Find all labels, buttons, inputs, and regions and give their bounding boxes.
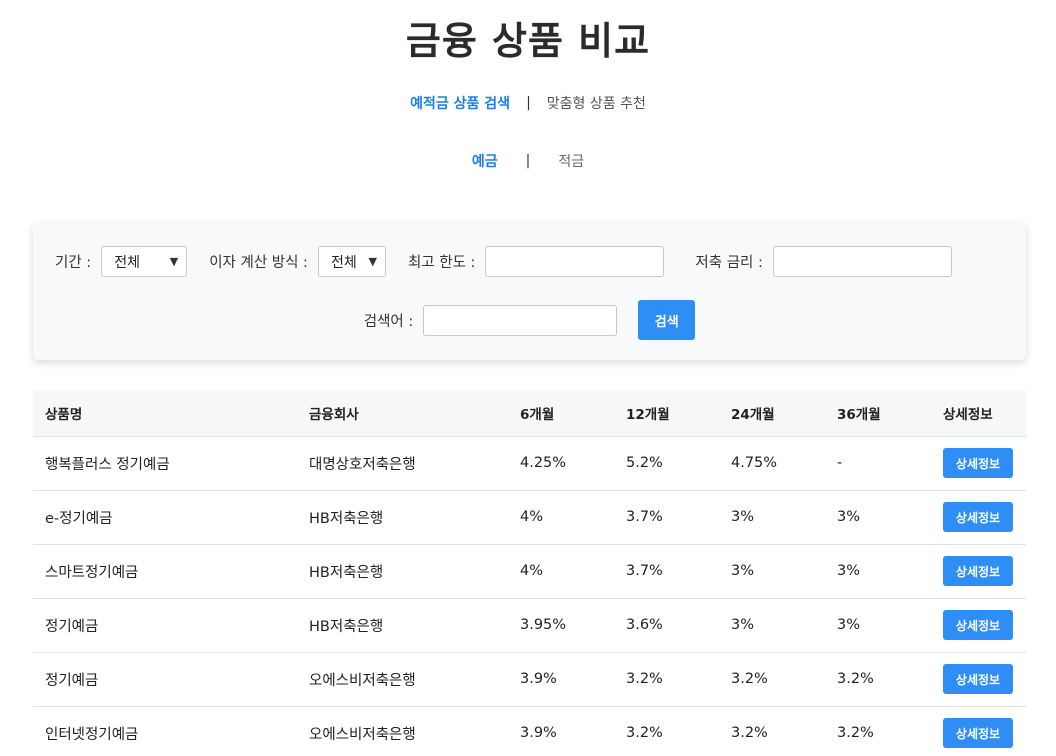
detail-button[interactable]: 상세정보 xyxy=(943,502,1013,532)
table-row: e-정기예금 HB저축은행 4% 3.7% 3% 3% 상세정보 xyxy=(33,490,1026,545)
keyword-input[interactable] xyxy=(423,304,618,336)
rate-24m: 3% xyxy=(719,490,825,545)
nav-custom-recommend[interactable]: 맞춤형 상품 추천 xyxy=(547,93,646,113)
rate-6m: 4% xyxy=(508,490,614,545)
rate-36m: - xyxy=(825,436,931,491)
product-name: 인터넷정기예금 xyxy=(33,706,297,756)
header-details: 상세정보 xyxy=(931,390,1026,437)
company-name: 대명상호저축은행 xyxy=(297,436,508,491)
filter-row-1: 기간 : 전체 ▼ 이자 계산 방식 : 전체 ▼ 최고 한도 : 저축 금리 … xyxy=(55,246,952,277)
rate-24m: 3% xyxy=(719,544,825,599)
header-12-months: 12개월 xyxy=(614,390,719,437)
rate-36m: 3.2% xyxy=(825,706,931,756)
product-name: 정기예금 xyxy=(33,598,297,653)
rate-6m: 3.9% xyxy=(508,652,614,707)
company-name: HB저축은행 xyxy=(297,544,508,599)
product-name: 정기예금 xyxy=(33,652,297,707)
product-name: 행복플러스 정기예금 xyxy=(33,436,297,491)
period-select-value: 전체 xyxy=(114,254,140,271)
tab-savings[interactable]: 적금 xyxy=(558,151,584,171)
interest-method-value: 전체 xyxy=(330,254,357,271)
header-6-months: 6개월 xyxy=(508,390,614,437)
company-name: HB저축은행 xyxy=(297,490,508,545)
header-company: 금융회사 xyxy=(297,390,508,437)
company-name: HB저축은행 xyxy=(297,598,508,653)
rate-12m: 3.7% xyxy=(614,490,719,545)
max-limit-label: 최고 한도 : xyxy=(407,255,476,271)
rate-36m: 3% xyxy=(825,598,931,653)
rate-12m: 3.2% xyxy=(614,652,719,707)
rate-36m: 3% xyxy=(825,544,931,599)
rate-6m: 4% xyxy=(508,544,614,599)
header-36-months: 36개월 xyxy=(825,390,931,437)
rate-12m: 3.2% xyxy=(614,706,719,756)
savings-rate-label: 저축 금리 : xyxy=(695,255,763,271)
interest-method-select[interactable]: 전체 ▼ xyxy=(317,246,386,277)
tab-separator: | xyxy=(525,153,531,169)
product-type-tabs: 예금 | 적금 xyxy=(0,151,1056,171)
table-row: 스마트정기예금 HB저축은행 4% 3.7% 3% 3% 상세정보 xyxy=(33,544,1026,599)
main-nav: 예적금 상품 검색 | 맞춤형 상품 추천 xyxy=(0,93,1056,113)
filter-panel: 기간 : 전체 ▼ 이자 계산 방식 : 전체 ▼ 최고 한도 : 저축 금리 … xyxy=(33,222,1026,360)
rate-12m: 3.6% xyxy=(614,598,719,653)
table-row: 인터넷정기예금 오에스비저축은행 3.9% 3.2% 3.2% 3.2% 상세정… xyxy=(33,706,1026,756)
nav-separator: | xyxy=(526,95,531,111)
header-24-months: 24개월 xyxy=(719,390,825,437)
rate-6m: 3.95% xyxy=(508,598,614,653)
rate-24m: 4.75% xyxy=(719,436,825,491)
rate-12m: 3.7% xyxy=(614,544,719,599)
search-button[interactable]: 검색 xyxy=(638,300,696,340)
rate-6m: 3.9% xyxy=(508,706,614,756)
table-row: 행복플러스 정기예금 대명상호저축은행 4.25% 5.2% 4.75% - 상… xyxy=(33,436,1026,491)
product-table: 상품명 금융회사 6개월 12개월 24개월 36개월 상세정보 행복플러스 정… xyxy=(33,390,1026,756)
rate-12m: 5.2% xyxy=(614,436,719,491)
detail-button[interactable]: 상세정보 xyxy=(943,448,1013,478)
table-row: 정기예금 오에스비저축은행 3.9% 3.2% 3.2% 3.2% 상세정보 xyxy=(33,652,1026,707)
company-name: 오에스비저축은행 xyxy=(297,706,508,756)
chevron-down-icon: ▼ xyxy=(169,255,179,268)
interest-method-label: 이자 계산 방식 : xyxy=(209,255,308,271)
chevron-down-icon: ▼ xyxy=(368,255,377,268)
page-title: 금융 상품 비교 xyxy=(405,19,651,63)
product-name: 스마트정기예금 xyxy=(33,544,297,599)
product-name: e-정기예금 xyxy=(33,490,297,545)
rate-24m: 3.2% xyxy=(719,652,825,707)
detail-button[interactable]: 상세정보 xyxy=(943,664,1013,694)
rate-36m: 3.2% xyxy=(825,652,931,707)
period-select[interactable]: 전체 ▼ xyxy=(101,246,188,277)
rate-6m: 4.25% xyxy=(508,436,614,491)
keyword-label: 검색어 : xyxy=(363,313,414,330)
period-label: 기간 : xyxy=(55,255,92,271)
rate-36m: 3% xyxy=(825,490,931,545)
nav-deposit-search[interactable]: 예적금 상품 검색 xyxy=(410,93,510,113)
company-name: 오에스비저축은행 xyxy=(297,652,508,707)
filter-row-2: 검색어 : 검색 xyxy=(33,300,1026,340)
detail-button[interactable]: 상세정보 xyxy=(943,556,1013,586)
detail-button[interactable]: 상세정보 xyxy=(943,610,1013,640)
savings-rate-input[interactable] xyxy=(772,246,952,277)
detail-button[interactable]: 상세정보 xyxy=(943,718,1013,748)
table-header-row: 상품명 금융회사 6개월 12개월 24개월 36개월 상세정보 xyxy=(33,390,1026,437)
rate-24m: 3.2% xyxy=(719,706,825,756)
header-product-name: 상품명 xyxy=(33,390,297,437)
rate-24m: 3% xyxy=(719,598,825,653)
table-row: 정기예금 HB저축은행 3.95% 3.6% 3% 3% 상세정보 xyxy=(33,598,1026,653)
tab-deposit[interactable]: 예금 xyxy=(472,151,498,171)
max-limit-input[interactable] xyxy=(485,246,665,277)
